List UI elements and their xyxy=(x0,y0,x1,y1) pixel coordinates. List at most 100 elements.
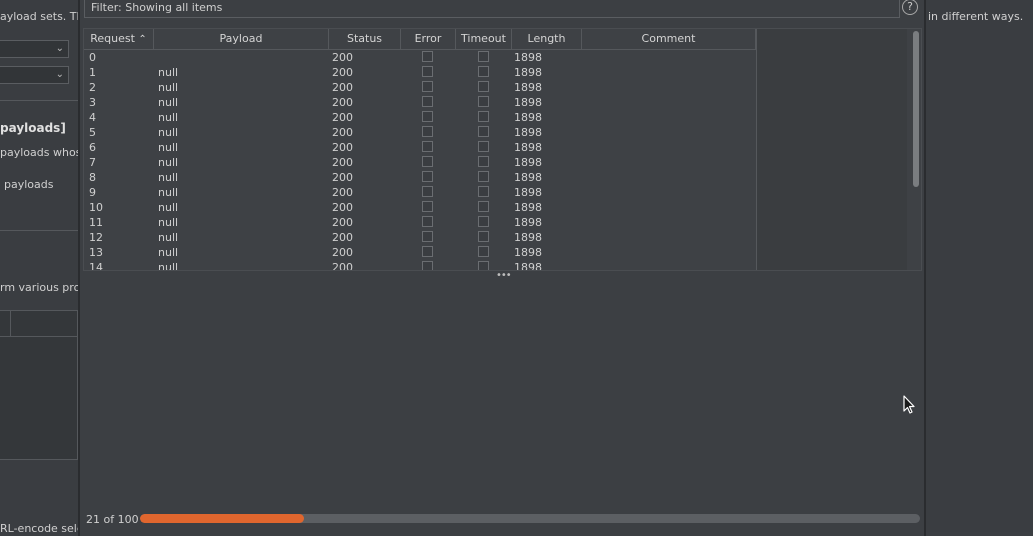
cell-length: 1898 xyxy=(514,231,542,244)
timeout-checkbox[interactable] xyxy=(478,246,489,257)
processing-rules-table[interactable] xyxy=(0,310,78,460)
table-row[interactable]: 2 null 200 1898 xyxy=(84,80,756,95)
cell-status: 200 xyxy=(332,141,353,154)
cell-status: 200 xyxy=(332,51,353,64)
table-row[interactable]: 6 null 200 1898 xyxy=(84,140,756,155)
cell-request: 6 xyxy=(89,141,96,154)
payload-type-select[interactable]: ⌄ xyxy=(0,66,69,84)
payload-set-select[interactable]: ⌄ xyxy=(0,40,69,58)
cell-request: 0 xyxy=(89,51,96,64)
table-row[interactable]: 0 200 1898 xyxy=(84,50,756,65)
cell-request: 9 xyxy=(89,186,96,199)
error-checkbox[interactable] xyxy=(422,231,433,242)
cell-length: 1898 xyxy=(514,261,542,271)
cell-length: 1898 xyxy=(514,171,542,184)
mouse-cursor-icon xyxy=(903,395,915,414)
table-row[interactable]: 10 null 200 1898 xyxy=(84,200,756,215)
cell-payload: null xyxy=(158,246,179,259)
cell-status: 200 xyxy=(332,126,353,139)
error-checkbox[interactable] xyxy=(422,201,433,212)
table-body: 0 200 1898 1 null 200 1898 2 null 200 1898 3 null 200… xyxy=(84,50,756,271)
cell-payload: null xyxy=(158,231,179,244)
chevron-down-icon: ⌄ xyxy=(55,69,64,80)
progress-bar xyxy=(140,514,920,523)
column-header-status[interactable]: Status xyxy=(329,29,401,49)
timeout-checkbox[interactable] xyxy=(478,231,489,242)
timeout-checkbox[interactable] xyxy=(478,66,489,77)
table-row[interactable]: 14 null 200 1898 xyxy=(84,260,756,271)
table-row[interactable]: 5 null 200 1898 xyxy=(84,125,756,140)
table-row[interactable]: 7 null 200 1898 xyxy=(84,155,756,170)
cell-request: 12 xyxy=(89,231,103,244)
timeout-checkbox[interactable] xyxy=(478,81,489,92)
error-checkbox[interactable] xyxy=(422,66,433,77)
cell-payload: null xyxy=(158,156,179,169)
divider xyxy=(0,230,78,231)
error-checkbox[interactable] xyxy=(422,51,433,62)
error-checkbox[interactable] xyxy=(422,126,433,137)
progress-count: 21 of 100 xyxy=(86,513,139,526)
cell-status: 200 xyxy=(332,111,353,124)
cell-length: 1898 xyxy=(514,81,542,94)
timeout-checkbox[interactable] xyxy=(478,186,489,197)
error-checkbox[interactable] xyxy=(422,81,433,92)
error-checkbox[interactable] xyxy=(422,171,433,182)
url-encode-text: RL-encode selec xyxy=(0,522,90,535)
column-header-request[interactable]: Request ⌃ xyxy=(84,29,154,49)
timeout-checkbox[interactable] xyxy=(478,141,489,152)
table-row[interactable]: 13 null 200 1898 xyxy=(84,245,756,260)
table-row[interactable]: 3 null 200 1898 xyxy=(84,95,756,110)
timeout-checkbox[interactable] xyxy=(478,96,489,107)
table-row[interactable]: 9 null 200 1898 xyxy=(84,185,756,200)
error-checkbox[interactable] xyxy=(422,111,433,122)
cell-payload: null xyxy=(158,216,179,229)
timeout-checkbox[interactable] xyxy=(478,171,489,182)
error-checkbox[interactable] xyxy=(422,96,433,107)
table-row[interactable]: 1 null 200 1898 xyxy=(84,65,756,80)
error-checkbox[interactable] xyxy=(422,156,433,167)
timeout-checkbox[interactable] xyxy=(478,261,489,270)
column-header-length[interactable]: Length xyxy=(512,29,582,49)
filter-bar[interactable]: Filter: Showing all items xyxy=(84,0,900,18)
column-header-timeout[interactable]: Timeout xyxy=(456,29,512,49)
error-checkbox[interactable] xyxy=(422,246,433,257)
payload-sets-text: ayload sets. The xyxy=(0,10,91,23)
timeout-checkbox[interactable] xyxy=(478,111,489,122)
timeout-checkbox[interactable] xyxy=(478,51,489,62)
column-header-comment[interactable]: Comment xyxy=(582,29,756,49)
attack-results-dialog: Filter: Showing all items ? Request ⌃ Pa… xyxy=(78,0,926,536)
cell-request: 4 xyxy=(89,111,96,124)
pane-splitter-handle[interactable]: ••• xyxy=(496,270,512,281)
timeout-checkbox[interactable] xyxy=(478,126,489,137)
cell-length: 1898 xyxy=(514,111,542,124)
column-label: Request xyxy=(90,32,135,45)
filter-label: Filter: Showing all items xyxy=(91,1,223,14)
table-row[interactable]: 12 null 200 1898 xyxy=(84,230,756,245)
cell-status: 200 xyxy=(332,186,353,199)
table-row[interactable]: 8 null 200 1898 xyxy=(84,170,756,185)
cell-length: 1898 xyxy=(514,201,542,214)
table-header xyxy=(10,311,77,337)
timeout-checkbox[interactable] xyxy=(478,156,489,167)
cell-payload: null xyxy=(158,141,179,154)
error-checkbox[interactable] xyxy=(422,216,433,227)
table-row[interactable]: 4 null 200 1898 xyxy=(84,110,756,125)
timeout-checkbox[interactable] xyxy=(478,201,489,212)
table-empty-area xyxy=(756,29,907,270)
different-ways-text: in different ways. xyxy=(928,10,1024,23)
help-icon[interactable]: ? xyxy=(902,0,918,15)
column-header-error[interactable]: Error xyxy=(401,29,456,49)
cell-request: 8 xyxy=(89,171,96,184)
vertical-scrollbar[interactable] xyxy=(913,31,919,187)
timeout-checkbox[interactable] xyxy=(478,216,489,227)
error-checkbox[interactable] xyxy=(422,141,433,152)
sort-ascending-icon: ⌃ xyxy=(138,34,147,45)
error-checkbox[interactable] xyxy=(422,261,433,270)
error-checkbox[interactable] xyxy=(422,186,433,197)
cell-length: 1898 xyxy=(514,126,542,139)
cell-status: 200 xyxy=(332,261,353,271)
cell-payload: null xyxy=(158,261,179,271)
cell-request: 11 xyxy=(89,216,103,229)
table-row[interactable]: 11 null 200 1898 xyxy=(84,215,756,230)
column-header-payload[interactable]: Payload xyxy=(154,29,329,49)
